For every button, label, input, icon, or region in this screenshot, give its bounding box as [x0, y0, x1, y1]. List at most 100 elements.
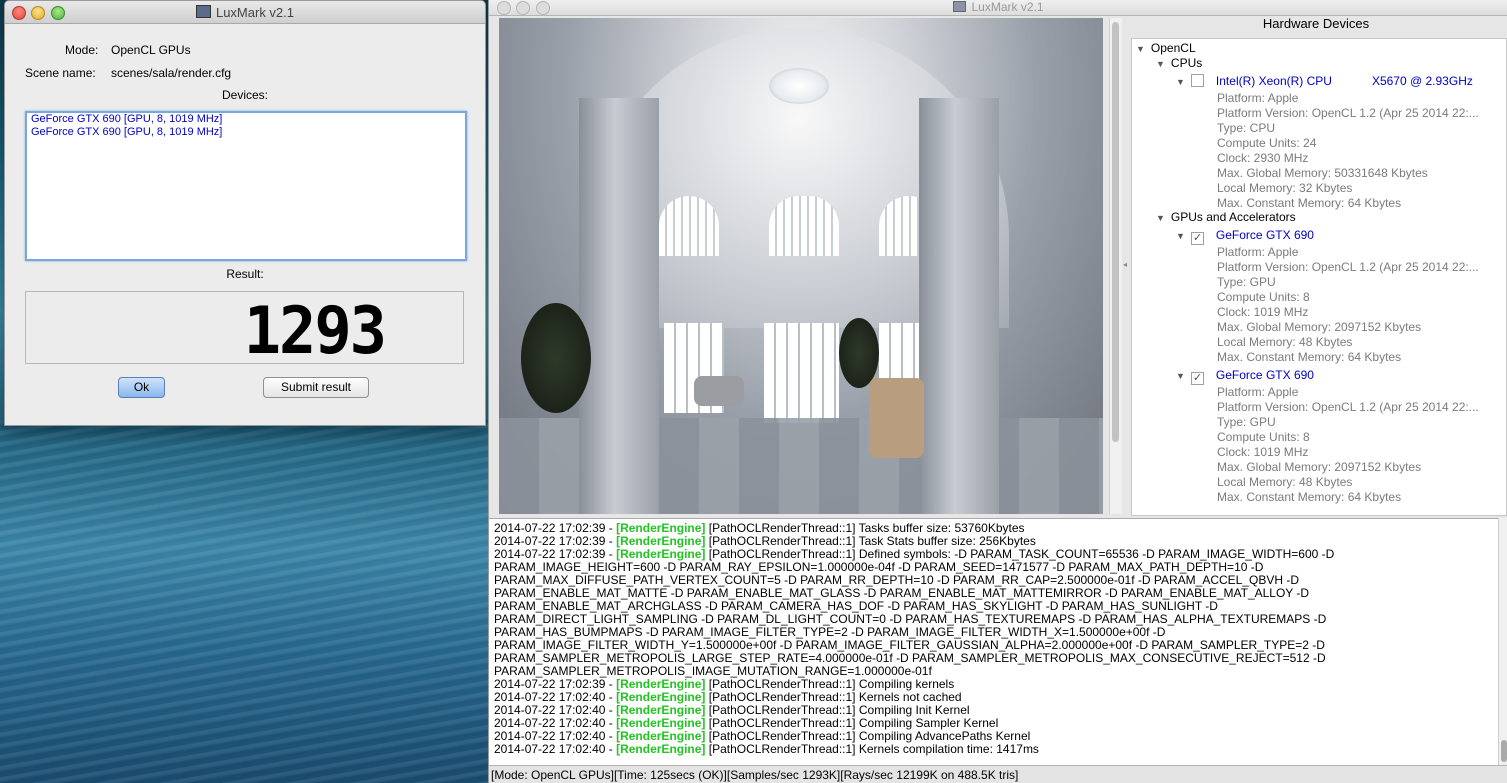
render-engine-tag: [RenderEngine]: [616, 703, 706, 717]
scrollbar-thumb[interactable]: [1112, 22, 1119, 442]
main-window-titlebar[interactable]: LuxMark v2.1: [489, 0, 1507, 16]
log-timestamp: 2014-07-22 17:02:39 -: [494, 547, 617, 561]
triangle-down-icon[interactable]: ▼: [1176, 75, 1185, 90]
pillar: [579, 98, 659, 514]
plant: [521, 303, 591, 413]
log-text: [PathOCLRenderThread::1] Kernels not cac…: [705, 690, 962, 704]
log-text: [PathOCLRenderThread::1] Compiling kerne…: [705, 677, 955, 691]
device-property: Platform: Apple: [1217, 245, 1299, 259]
log-text: [PathOCLRenderThread::1] Kernels compila…: [705, 742, 1039, 756]
log-panel[interactable]: 2014-07-22 17:02:39 - [RenderEngine] [Pa…: [489, 518, 1498, 766]
device-property: Compute Units: 8: [1217, 430, 1310, 444]
status-bar: [Mode: OpenCL GPUs][Time: 125secs (OK)][…: [489, 765, 1507, 783]
tree-node-cpus[interactable]: ▼ CPUs: [1156, 56, 1202, 72]
device-property: Compute Units: 8: [1217, 290, 1310, 304]
render-engine-tag: [RenderEngine]: [616, 742, 706, 756]
device-property: Clock: 1019 MHz: [1217, 445, 1309, 459]
log-text: [PathOCLRenderThread::1] Compiling Init …: [705, 703, 970, 717]
tree-node-gpu-1[interactable]: ▼ ✓ GeForce GTX 690: [1176, 228, 1314, 245]
triangle-down-icon[interactable]: ▼: [1156, 57, 1165, 72]
log-timestamp: 2014-07-22 17:02:40 -: [494, 703, 617, 717]
render-engine-tag: [RenderEngine]: [616, 547, 706, 561]
log-timestamp: 2014-07-22 17:02:40 -: [494, 716, 617, 730]
device-property: Type: GPU: [1217, 415, 1276, 429]
device-property: Platform Version: OpenCL 1.2 (Apr 25 201…: [1217, 260, 1479, 274]
device-property: Max. Constant Memory: 64 Kbytes: [1217, 350, 1402, 364]
checkbox-icon[interactable]: [1190, 74, 1204, 87]
log-text: [PathOCLRenderThread::1] Compiling Sampl…: [705, 716, 999, 730]
device-property: Platform: Apple: [1217, 385, 1299, 399]
mode-label: Mode:: [65, 43, 99, 57]
triangle-down-icon[interactable]: ▼: [1136, 42, 1145, 57]
tree-node-gpu-2[interactable]: ▼ ✓ GeForce GTX 690: [1176, 368, 1314, 385]
log-timestamp: 2014-07-22 17:02:40 -: [494, 690, 617, 704]
scene-label: Scene name:: [25, 66, 96, 80]
device-property: Local Memory: 32 Kbytes: [1217, 181, 1353, 195]
log-text: [PathOCLRenderThread::1] Defined symbols…: [705, 547, 1335, 561]
main-window: LuxMark v2.1 ◂ Hardware Devices ▼ OpenCL …: [488, 0, 1507, 783]
list-item[interactable]: GeForce GTX 690 [GPU, 8, 1019 MHz]: [27, 126, 465, 139]
result-window-titlebar[interactable]: LuxMark v2.1: [5, 1, 485, 24]
result-label: Result:: [226, 267, 264, 281]
window-title: LuxMark v2.1: [5, 5, 485, 20]
plant: [839, 318, 879, 388]
device-property: Type: GPU: [1217, 275, 1276, 289]
tree-node-cpu[interactable]: ▼ Intel(R) Xeon(R) CPU X5670 @ 2.93GHz: [1176, 74, 1473, 90]
pillar: [919, 98, 999, 514]
result-display: 1293: [25, 291, 464, 369]
tree-node-gpus[interactable]: ▼ GPUs and Accelerators: [1156, 210, 1296, 226]
device-property: Platform: Apple: [1217, 91, 1299, 105]
triangle-down-icon[interactable]: ▼: [1176, 229, 1185, 244]
window-title: LuxMark v2.1: [489, 0, 1507, 14]
tree-node-opencl[interactable]: ▼ OpenCL: [1136, 41, 1196, 57]
device-property: Clock: 2930 MHz: [1217, 151, 1309, 165]
log-timestamp: 2014-07-22 17:02:39 -: [494, 534, 617, 548]
window-title-text: LuxMark v2.1: [971, 0, 1044, 14]
device-property: Max. Global Memory: 50331648 Kbytes: [1217, 166, 1428, 180]
render-engine-tag: [RenderEngine]: [616, 521, 706, 535]
render-engine-tag: [RenderEngine]: [616, 716, 706, 730]
log-timestamp: 2014-07-22 17:02:40 -: [494, 729, 617, 743]
device-property: Local Memory: 48 Kbytes: [1217, 475, 1353, 489]
triangle-down-icon[interactable]: ▼: [1176, 369, 1185, 384]
result-window: LuxMark v2.1 Mode: OpenCL GPUs Scene nam…: [4, 0, 486, 426]
device-property: Local Memory: 48 Kbytes: [1217, 335, 1353, 349]
device-property: Platform Version: OpenCL 1.2 (Apr 25 201…: [1217, 106, 1479, 120]
splitter-handle[interactable]: ◂: [1123, 260, 1127, 269]
device-property: Max. Global Memory: 2097152 Kbytes: [1217, 320, 1422, 334]
render-engine-tag: [RenderEngine]: [616, 729, 706, 743]
log-timestamp: 2014-07-22 17:02:39 -: [494, 521, 617, 535]
result-value: 1293: [243, 292, 387, 369]
window: [764, 323, 839, 423]
scrollbar-thumb[interactable]: [1501, 740, 1507, 762]
checkbox-icon[interactable]: ✓: [1190, 372, 1204, 385]
hardware-tree[interactable]: ▼ OpenCL ▼ CPUs ▼ Intel(R) Xeon(R) CPU X5670…: [1131, 38, 1507, 516]
ok-button[interactable]: Ok: [118, 377, 165, 398]
device-property: Max. Constant Memory: 64 Kbytes: [1217, 490, 1402, 504]
checkbox-icon[interactable]: ✓: [1190, 232, 1204, 245]
desktop-wallpaper: [0, 420, 490, 783]
triangle-down-icon[interactable]: ▼: [1156, 211, 1165, 226]
devices-list[interactable]: GeForce GTX 690 [GPU, 8, 1019 MHz] GeFor…: [25, 111, 467, 261]
app-icon: [195, 5, 211, 18]
skylight: [769, 68, 829, 104]
log-timestamp: 2014-07-22 17:02:40 -: [494, 742, 617, 756]
sofa: [694, 376, 744, 406]
device-property: Clock: 1019 MHz: [1217, 305, 1309, 319]
log-text: [PathOCLRenderThread::1] Compiling Advan…: [705, 729, 1031, 743]
device-property: Max. Global Memory: 2097152 Kbytes: [1217, 460, 1422, 474]
render-engine-tag: [RenderEngine]: [616, 677, 706, 691]
arched-window: [769, 196, 839, 256]
list-item[interactable]: GeForce GTX 690 [GPU, 8, 1019 MHz]: [27, 113, 465, 126]
render-engine-tag: [RenderEngine]: [616, 534, 706, 548]
submit-result-button[interactable]: Submit result: [263, 377, 369, 398]
render-scrollbar[interactable]: [1109, 18, 1122, 514]
log-scrollbar[interactable]: [1498, 518, 1507, 765]
app-icon: [953, 1, 967, 12]
scene-value: scenes/sala/render.cfg: [111, 66, 232, 80]
log-text: [PathOCLRenderThread::1] Task Stats buff…: [705, 534, 1036, 548]
device-property: Platform Version: OpenCL 1.2 (Apr 25 201…: [1217, 400, 1479, 414]
render-preview: [499, 18, 1103, 514]
device-property: Type: CPU: [1217, 121, 1276, 135]
device-property: Compute Units: 24: [1217, 136, 1317, 150]
